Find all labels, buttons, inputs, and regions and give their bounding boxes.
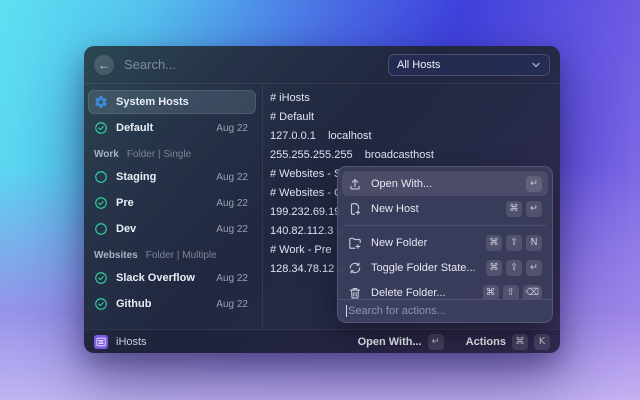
sidebar-item-label: Dev	[116, 223, 136, 235]
sidebar-item-label: Slack Overflow	[116, 272, 195, 284]
check-circle-icon	[94, 297, 108, 311]
circle-icon	[94, 222, 108, 236]
hosts-line: # Default	[270, 108, 560, 127]
menu-item-new-host[interactable]: New Host ⌘ ↵	[342, 196, 548, 221]
menu-item-label: New Host	[371, 203, 419, 215]
menu-separator	[344, 225, 546, 226]
sidebar-item-date: Aug 22	[216, 224, 248, 235]
upload-icon	[348, 177, 362, 191]
sidebar-item-date: Aug 22	[216, 273, 248, 284]
sidebar-item-pre[interactable]: Pre Aug 22	[88, 191, 256, 215]
section-title: Work	[94, 149, 119, 160]
folder-plus-icon	[348, 236, 362, 250]
menu-item-label: New Folder	[371, 237, 427, 249]
sidebar-item-label: Default	[116, 122, 153, 134]
hosts-filter-value: All Hosts	[397, 59, 440, 71]
sidebar: System Hosts Default Aug 22 Work Folder …	[84, 84, 263, 329]
n-key: N	[526, 235, 542, 251]
text-cursor	[346, 305, 347, 317]
section-meta: Folder | Multiple	[146, 250, 217, 261]
status-bar: iHosts Open With... ↵ Actions ⌘ K	[84, 329, 560, 353]
sidebar-item-label: Github	[116, 298, 151, 310]
check-circle-icon	[94, 271, 108, 285]
sidebar-item-system-hosts[interactable]: System Hosts	[88, 90, 256, 114]
menu-item-toggle-folder-state[interactable]: Toggle Folder State... ⌘ ⇧ ↵	[342, 255, 548, 280]
hosts-line: 255.255.255.255 broadcasthost	[270, 146, 560, 165]
desktop-background: ← All Hosts System Hosts	[0, 0, 640, 400]
return-key: ↵	[526, 260, 542, 276]
app-name: iHosts	[116, 336, 147, 348]
file-plus-icon	[348, 202, 362, 216]
command-key: ⌘	[506, 201, 522, 217]
sidebar-item-staging[interactable]: Staging Aug 22	[88, 165, 256, 189]
return-key: ↵	[526, 201, 542, 217]
sidebar-section-work: Work Folder | Single	[88, 145, 256, 163]
command-key: ⌘	[486, 260, 502, 276]
trash-icon	[348, 286, 362, 300]
footer-actions-button[interactable]: Actions	[466, 336, 506, 348]
sidebar-item-dev[interactable]: Dev Aug 22	[88, 217, 256, 241]
section-meta: Folder | Single	[127, 149, 191, 160]
section-title: Websites	[94, 250, 138, 261]
sidebar-item-date: Aug 22	[216, 123, 248, 134]
shift-key: ⇧	[506, 260, 522, 276]
hosts-line: # iHosts	[270, 89, 560, 108]
actions-menu: Open With... ↵ New Host ⌘ ↵	[337, 166, 553, 323]
command-key: ⌘	[512, 334, 528, 350]
gear-icon	[94, 95, 108, 109]
sidebar-section-websites: Websites Folder | Multiple	[88, 246, 256, 264]
actions-search-input[interactable]	[348, 305, 544, 317]
command-key: ⌘	[486, 235, 502, 251]
sidebar-item-github[interactable]: Github Aug 22	[88, 292, 256, 316]
menu-item-label: Open With...	[371, 178, 432, 190]
menu-item-new-folder[interactable]: New Folder ⌘ ⇧ N	[342, 230, 548, 255]
footer-open-with-button[interactable]: Open With...	[358, 336, 422, 348]
hosts-filter-dropdown[interactable]: All Hosts	[388, 54, 550, 76]
sidebar-item-date: Aug 22	[216, 299, 248, 310]
sidebar-item-label: System Hosts	[116, 96, 189, 108]
shift-key: ⇧	[506, 235, 522, 251]
sidebar-item-slack-overflow[interactable]: Slack Overflow Aug 22	[88, 266, 256, 290]
circle-icon	[94, 170, 108, 184]
back-arrow-icon: ←	[98, 59, 110, 71]
check-circle-icon	[94, 196, 108, 210]
actions-search-bar	[338, 299, 552, 322]
hosts-line: 127.0.0.1 localhost	[270, 127, 560, 146]
refresh-icon	[348, 261, 362, 275]
sidebar-item-label: Pre	[116, 197, 134, 209]
sidebar-item-label: Staging	[116, 171, 156, 183]
chevron-down-icon	[531, 60, 541, 70]
sidebar-item-date: Aug 22	[216, 172, 248, 183]
ihosts-window: ← All Hosts System Hosts	[84, 46, 560, 353]
ihosts-logo-icon	[94, 335, 108, 349]
menu-item-open-with[interactable]: Open With... ↵	[342, 171, 548, 196]
sidebar-item-date: Aug 22	[216, 198, 248, 209]
k-key: K	[534, 334, 550, 350]
back-button[interactable]: ←	[94, 55, 114, 75]
menu-item-label: Delete Folder...	[371, 287, 446, 299]
search-input[interactable]	[124, 57, 388, 72]
sidebar-item-default[interactable]: Default Aug 22	[88, 116, 256, 140]
check-circle-icon	[94, 121, 108, 135]
return-key: ↵	[526, 176, 542, 192]
window-header: ← All Hosts	[84, 46, 560, 84]
menu-item-label: Toggle Folder State...	[371, 262, 476, 274]
return-key: ↵	[428, 334, 444, 350]
